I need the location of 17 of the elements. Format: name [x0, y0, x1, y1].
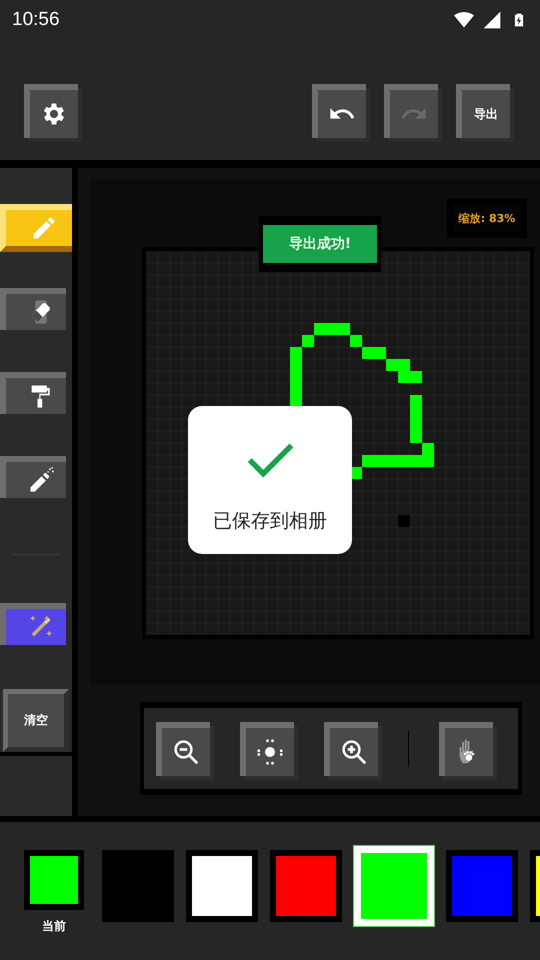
pencil-tool[interactable] [0, 204, 72, 252]
color-swatch[interactable] [102, 850, 174, 922]
color-swatch[interactable] [186, 850, 258, 922]
wifi-icon [452, 10, 476, 30]
zoom-level-label: 缩放: 83% [447, 198, 527, 238]
clear-button[interactable]: 清空 [3, 689, 69, 752]
status-time: 10:56 [12, 9, 60, 31]
sun-icon [255, 736, 285, 766]
color-swatch[interactable] [446, 850, 518, 922]
eraser-tool[interactable] [0, 288, 66, 330]
current-color-label: 当前 [42, 918, 66, 935]
pen-tool[interactable] [0, 456, 66, 498]
magic-wand-tool[interactable] [0, 603, 66, 645]
signal-icon [482, 10, 502, 30]
saved-message: 已保存到相册 [213, 509, 327, 534]
color-swatch[interactable] [270, 850, 342, 922]
roller-tool[interactable] [0, 372, 66, 414]
